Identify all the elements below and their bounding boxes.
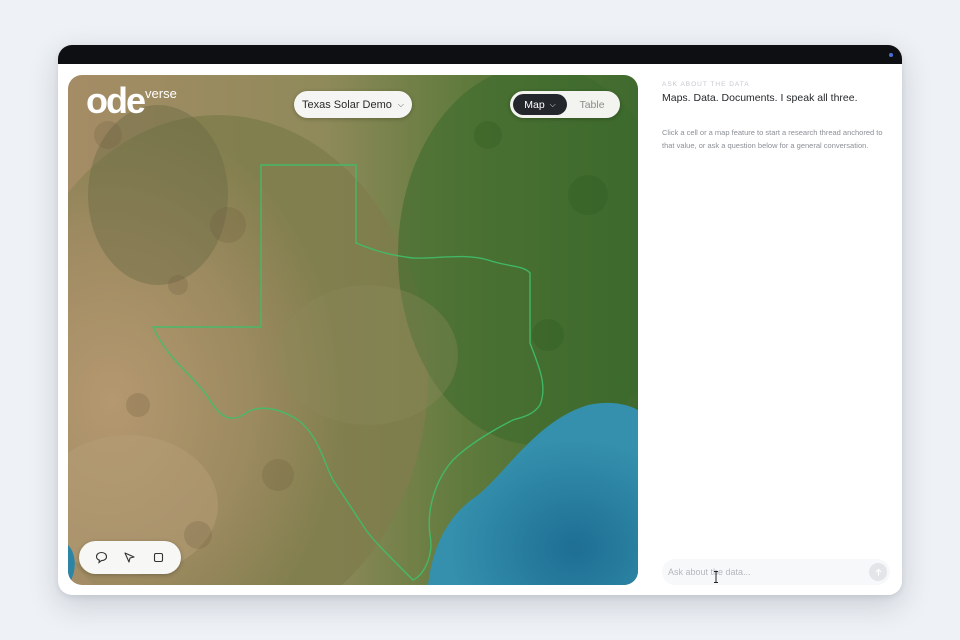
window-title-bar	[58, 45, 902, 64]
view-mode-toggle: Map ⌵ Table	[510, 91, 620, 118]
text-cursor-icon	[714, 571, 718, 583]
tab-map-label: Map	[524, 98, 545, 111]
dataset-label: Texas Solar Demo	[302, 98, 392, 111]
tab-table-label: Table	[579, 98, 605, 111]
comment-tool-button[interactable]	[92, 549, 110, 567]
app-window: ode verse Texas Solar Demo ⌵ Map ⌵ Table	[58, 45, 902, 595]
panel-headline: Maps. Data. Documents. I speak all three…	[662, 92, 858, 104]
logo-suffix: verse	[145, 86, 177, 101]
select-tool-button[interactable]	[121, 549, 139, 567]
chevron-down-icon: ⌵	[549, 99, 556, 109]
assistant-panel: ASK ABOUT THE DATA Maps. Data. Documents…	[650, 64, 902, 595]
dataset-dropdown[interactable]: Texas Solar Demo ⌵	[294, 91, 412, 118]
logo-wordmark: ode	[86, 80, 146, 121]
send-button[interactable]	[869, 563, 887, 581]
tab-map[interactable]: Map ⌵	[513, 94, 567, 115]
satellite-map[interactable]	[68, 75, 638, 585]
tab-table[interactable]: Table	[567, 94, 617, 115]
map-view[interactable]: ode verse Texas Solar Demo ⌵ Map ⌵ Table	[68, 75, 638, 585]
send-arrow-icon	[875, 568, 881, 575]
ask-input[interactable]	[668, 562, 858, 582]
square-icon	[154, 552, 164, 563]
map-tool-bar	[79, 541, 181, 574]
box-select-tool-button[interactable]	[150, 549, 168, 567]
ask-bar	[662, 559, 890, 585]
panel-eyebrow: ASK ABOUT THE DATA	[662, 81, 750, 88]
pointer-arrow-icon	[124, 552, 136, 563]
status-dot	[889, 53, 893, 57]
speech-bubble-icon	[95, 551, 107, 564]
app-logo: ode verse	[86, 83, 177, 123]
panel-intro-text: Click a cell or a map feature to start a…	[662, 128, 883, 150]
chevron-down-icon: ⌵	[397, 99, 404, 109]
